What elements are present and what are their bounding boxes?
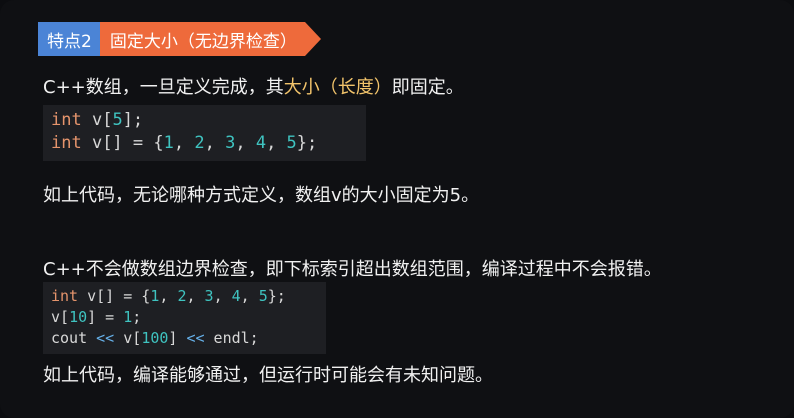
code-token: ];: [122, 110, 144, 130]
code-token: 5: [112, 110, 123, 130]
section1-intro-text: C++数组，一旦定义完成，其: [43, 77, 284, 98]
code-token: 100: [141, 329, 169, 347]
code-token: 5: [286, 133, 297, 153]
code-line: cout << v[100] << endl;: [51, 328, 326, 349]
code-token: 3: [225, 133, 236, 153]
section1-intro-highlight: 大小（长度）: [283, 77, 392, 98]
code-token: ,: [240, 287, 259, 305]
code-token: <<: [96, 329, 115, 347]
badge-arrow-icon: [304, 22, 321, 56]
code-token: ,: [173, 133, 195, 153]
code-line: int v[] = {1, 2, 3, 4, 5};: [51, 286, 326, 307]
section1-note: 如上代码，无论哪种方式定义，数组v的大小固定为5。: [43, 185, 480, 206]
slide: 特点2 固定大小（无边界检查） C++数组，一旦定义完成，其大小（长度）即固定。…: [0, 0, 794, 418]
code-line: v[10] = 1;: [51, 307, 326, 328]
code-token: int: [51, 133, 82, 153]
feature-title: 固定大小（无边界检查）: [99, 22, 305, 56]
code-token: };: [267, 287, 286, 305]
code-token: 4: [255, 133, 267, 153]
code-line: int v[] = {1, 2, 3, 4, 5};: [51, 132, 366, 155]
code-block-out-of-bounds: int v[] = {1, 2, 3, 4, 5}; v[10] = 1; cout…: [43, 282, 326, 354]
section1-intro: C++数组，一旦定义完成，其大小（长度）即固定。: [43, 73, 464, 99]
code-token: v[: [114, 329, 142, 347]
section2-intro: C++不会做数组边界检查，即下标索引超出数组范围，编译过程中不会报错。: [43, 259, 662, 280]
code-line: int v[5];: [51, 109, 366, 132]
code-token: ;: [132, 308, 142, 326]
code-token: int: [51, 287, 79, 305]
code-token: 1: [163, 133, 174, 153]
code-token: v[] = {: [81, 133, 164, 153]
code-token: v[: [51, 308, 70, 326]
code-token: endl;: [204, 329, 259, 347]
code-block-fixed-size: int v[5]; int v[] = {1, 2, 3, 4, 5};: [43, 105, 366, 161]
code-token: 1: [123, 308, 133, 326]
code-token: cout: [51, 329, 97, 347]
code-token: int: [51, 110, 82, 130]
code-token: ]: [168, 329, 187, 347]
code-token: v[: [81, 110, 113, 130]
code-token: 3: [204, 287, 214, 305]
feature-number-label: 特点2: [38, 22, 100, 56]
code-token: ,: [186, 287, 205, 305]
code-token: ,: [213, 287, 232, 305]
section1-intro-end: 即固定。: [391, 77, 464, 98]
code-token: <<: [186, 329, 205, 347]
code-token: ,: [266, 133, 287, 153]
code-token: 4: [231, 287, 241, 305]
code-token: ] =: [87, 308, 124, 326]
code-token: v[] = {: [78, 287, 151, 305]
section2-note: 如上代码，编译能够通过，但运行时可能会有未知问题。: [43, 365, 493, 386]
code-token: 10: [69, 308, 88, 326]
code-token: };: [296, 133, 318, 153]
code-token: ,: [235, 133, 256, 153]
feature-badge: 特点2 固定大小（无边界检查）: [38, 22, 321, 56]
code-token: 2: [194, 133, 205, 153]
code-token: ,: [159, 287, 178, 305]
code-token: ,: [204, 133, 226, 153]
code-token: 5: [258, 287, 268, 305]
